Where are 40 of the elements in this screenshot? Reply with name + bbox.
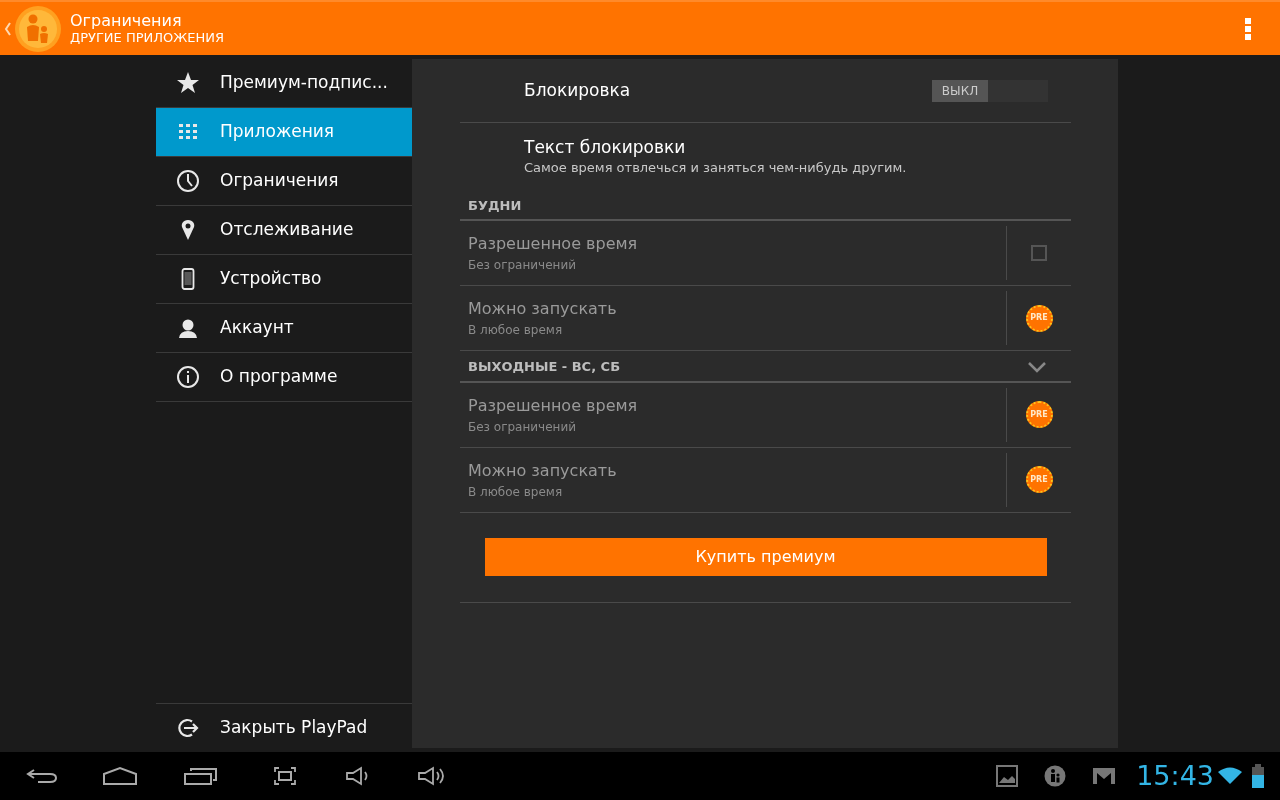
recent-apps-icon[interactable] xyxy=(183,766,219,786)
overflow-menu-icon xyxy=(1245,18,1251,40)
clock-time: 15:43 xyxy=(1136,758,1214,793)
setting-description: Самое время отвлечься и заняться чем-нибудь другим. xyxy=(524,159,908,177)
setting-label: Можно запускать xyxy=(468,298,618,320)
exit-icon xyxy=(176,716,200,740)
screen-title: Ограничения xyxy=(70,11,183,30)
premium-badge: PRE xyxy=(1025,304,1053,332)
setting-label: Можно запускать xyxy=(468,459,618,482)
screenshot-icon[interactable] xyxy=(273,766,297,786)
premium-badge: PRE xyxy=(1025,401,1053,428)
mail-icon xyxy=(1092,767,1117,785)
setting-description: В любое время xyxy=(468,483,564,501)
wifi-icon xyxy=(1218,767,1242,785)
setting-label: Разрешенное время xyxy=(468,394,639,417)
clock-icon xyxy=(176,169,200,193)
battery-icon xyxy=(1252,764,1264,788)
back-icon[interactable] xyxy=(24,766,60,786)
family-logo-icon xyxy=(14,4,62,53)
setting-description: Без ограничений xyxy=(468,418,577,436)
star-icon xyxy=(176,71,200,95)
setting-description: Без ограничений xyxy=(468,257,577,274)
info-icon xyxy=(176,365,200,389)
family-notification-icon xyxy=(1044,765,1067,787)
screen-subtitle: ДРУГИЕ ПРИЛОЖЕНИЯ xyxy=(70,29,224,46)
chevron-down-icon xyxy=(1027,360,1047,373)
section-header: ВЫХОДНЫЕ - ВС, СБ xyxy=(468,358,621,376)
section-header: БУДНИ xyxy=(468,196,522,215)
lock-switch[interactable]: ВЫКЛ xyxy=(932,79,1048,102)
overflow-menu-button[interactable] xyxy=(1242,15,1254,42)
sidebar-item[interactable]: Аккаунт xyxy=(156,304,412,353)
volume-up-icon[interactable] xyxy=(417,766,447,786)
back-chevron-icon xyxy=(4,21,12,36)
premium-badge: PRE xyxy=(1025,466,1053,493)
home-icon[interactable] xyxy=(102,766,138,786)
setting-label: Блокировка xyxy=(524,78,631,102)
image-notification-icon xyxy=(996,765,1019,787)
setting-label: Текст блокировки xyxy=(524,136,687,158)
setting-label: Разрешенное время xyxy=(468,233,639,255)
setting-description: В любое время xyxy=(468,322,564,339)
